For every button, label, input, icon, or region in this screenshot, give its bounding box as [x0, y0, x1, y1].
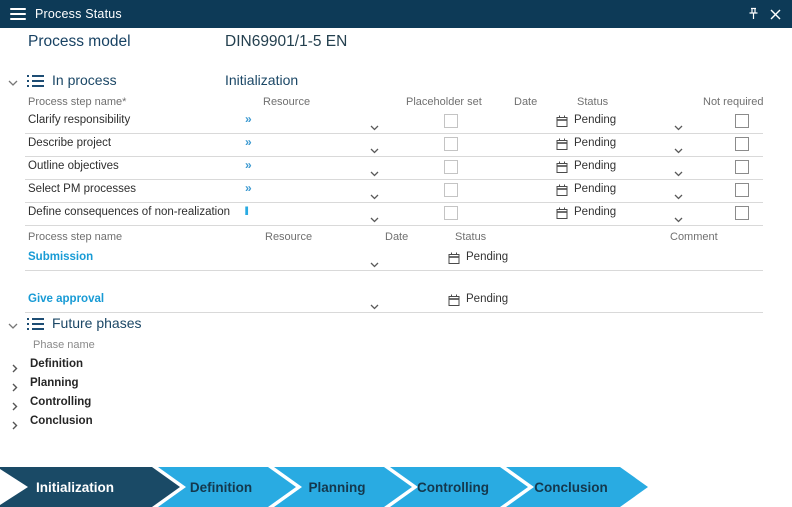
not-required-checkbox[interactable]: [735, 137, 749, 151]
resource-dropdown-chevron-icon[interactable]: [370, 255, 379, 273]
table-row: Outline objectives » Pending: [25, 156, 763, 180]
status-value: Pending: [574, 137, 617, 149]
phase-name: Planning: [30, 377, 79, 389]
table-row: Select PM processes » Pending: [25, 179, 763, 203]
placeholder-set-checkbox[interactable]: [444, 183, 458, 197]
process-step-name: Define consequences of non-realization: [28, 206, 231, 218]
list-item: Conclusion: [0, 413, 400, 432]
list-item: Controlling: [0, 394, 400, 413]
phase-segment-initialization[interactable]: Initialization: [0, 467, 180, 507]
not-required-checkbox[interactable]: [735, 206, 749, 220]
status-value: Pending: [466, 251, 509, 263]
phase-name: Conclusion: [30, 415, 93, 427]
col-header-placeholder-set: Placeholder set: [406, 96, 482, 108]
col-header-not-required: Not required: [703, 96, 764, 108]
calendar-icon[interactable]: [556, 184, 568, 202]
phase-segment-label: Conclusion: [534, 479, 608, 495]
resource-dropdown-chevron-icon[interactable]: [370, 210, 379, 228]
process-step-name: Outline objectives: [28, 160, 119, 172]
hamburger-menu-icon[interactable]: [10, 8, 26, 20]
table-row: Clarify responsibility » Pending: [25, 110, 763, 134]
status-value: Pending: [574, 183, 617, 195]
phase-name: Controlling: [30, 396, 92, 408]
list-icon: [27, 317, 45, 331]
process-step-name: Clarify responsibility: [28, 114, 131, 126]
col-header-phase-name: Phase name: [33, 339, 95, 351]
col-header-resource: Resource: [263, 96, 311, 108]
process-step-name: Select PM processes: [28, 183, 137, 195]
resource-link[interactable]: »: [245, 159, 252, 172]
placeholder-set-checkbox[interactable]: [444, 160, 458, 174]
status-value: Pending: [466, 293, 509, 305]
list-icon: [27, 74, 45, 88]
resource-dropdown-chevron-icon[interactable]: [370, 297, 379, 315]
table-row: Give approval Pending: [25, 288, 763, 313]
table-row: Define consequences of non-realization I…: [25, 202, 763, 226]
calendar-icon[interactable]: [556, 115, 568, 133]
close-icon[interactable]: [764, 3, 786, 25]
resource-link[interactable]: »: [245, 136, 252, 149]
phase-segment-label: Definition: [189, 479, 253, 495]
process-status-window: Process Status Process model DIN69901/1-…: [0, 0, 792, 507]
col-header-date: Date: [385, 231, 409, 243]
col-header-process-step-name: Process step name*: [28, 96, 127, 108]
expand-chevron-icon[interactable]: [12, 417, 18, 435]
col-header-status: Status: [577, 96, 609, 108]
resource-text-cursor[interactable]: I: [244, 205, 249, 218]
section-title-in-process: In process: [52, 72, 117, 88]
approval-step-link[interactable]: Give approval: [28, 293, 104, 305]
table-row: Submission Pending: [25, 246, 763, 271]
list-item: Definition: [0, 356, 400, 375]
placeholder-set-checkbox[interactable]: [444, 206, 458, 220]
phase-name: Definition: [30, 358, 84, 370]
calendar-icon[interactable]: [556, 161, 568, 179]
placeholder-set-checkbox[interactable]: [444, 137, 458, 151]
phase-segment-label: Controlling: [417, 479, 489, 495]
col-header-date: Date: [514, 96, 538, 108]
start-arrow-icon: [0, 469, 28, 505]
pin-icon[interactable]: [742, 3, 764, 25]
title-bar: Process Status: [0, 0, 792, 28]
not-required-checkbox[interactable]: [735, 160, 749, 174]
calendar-icon[interactable]: [448, 294, 460, 312]
process-step-name: Describe project: [28, 137, 112, 149]
collapse-chevron-icon[interactable]: [6, 319, 20, 333]
calendar-icon[interactable]: [556, 207, 568, 225]
approval-step-link[interactable]: Submission: [28, 251, 93, 263]
list-item: Planning: [0, 375, 400, 394]
col-header-status: Status: [455, 231, 487, 243]
phase-segment-label: Initialization: [35, 479, 114, 495]
status-value: Pending: [574, 160, 617, 172]
calendar-icon[interactable]: [556, 138, 568, 156]
table-row: Describe project » Pending: [25, 133, 763, 157]
status-value: Pending: [574, 206, 617, 218]
status-dropdown-chevron-icon[interactable]: [674, 210, 683, 228]
placeholder-set-checkbox[interactable]: [444, 114, 458, 128]
current-phase-label: Initialization: [225, 72, 299, 88]
resource-link[interactable]: »: [245, 113, 252, 126]
process-model-label: Process model: [28, 33, 131, 50]
phase-segment-label: Planning: [308, 479, 366, 495]
window-title: Process Status: [35, 7, 122, 21]
not-required-checkbox[interactable]: [735, 114, 749, 128]
col-header-resource: Resource: [265, 231, 313, 243]
resource-link[interactable]: »: [245, 182, 252, 195]
calendar-icon[interactable]: [448, 252, 460, 270]
status-value: Pending: [574, 114, 617, 126]
not-required-checkbox[interactable]: [735, 183, 749, 197]
process-model-value: DIN69901/1-5 EN: [225, 33, 348, 50]
collapse-chevron-icon[interactable]: [6, 76, 20, 90]
col-header-process-step-name: Process step name: [28, 231, 123, 243]
section-title-future-phases: Future phases: [52, 315, 142, 331]
phase-progress-bar: Initialization Definition Planning Contr…: [0, 467, 792, 507]
col-header-comment: Comment: [670, 231, 718, 243]
